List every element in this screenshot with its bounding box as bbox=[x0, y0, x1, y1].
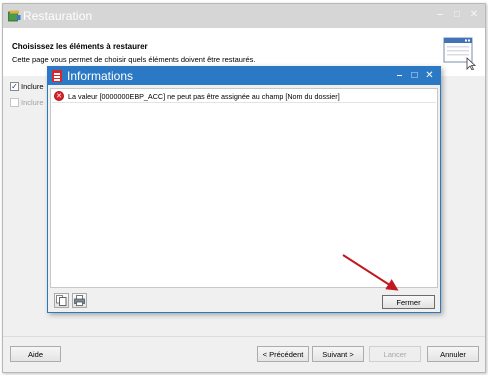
print-button[interactable] bbox=[72, 293, 87, 308]
include-option-2: Inclure bbox=[10, 98, 44, 107]
cancel-button[interactable]: Annuler bbox=[427, 346, 479, 362]
list-item[interactable]: ✕ La valeur [0000000EBP_ACC] ne peut pas… bbox=[52, 90, 436, 103]
launch-button: Lancer bbox=[369, 346, 421, 362]
page-description: Cette page vous permet de choisir quels … bbox=[12, 55, 256, 64]
include-label-2: Inclure bbox=[21, 98, 44, 107]
app-icon bbox=[8, 10, 21, 22]
include-option-1[interactable]: ✓ Inclure bbox=[10, 82, 44, 91]
message-list[interactable]: ✕ La valeur [0000000EBP_ACC] ne peut pas… bbox=[50, 88, 438, 288]
dialog-window-controls: – □ ✕ bbox=[395, 70, 434, 82]
footer-separator bbox=[3, 336, 485, 337]
minimize-icon[interactable]: – bbox=[435, 9, 445, 21]
dialog-minimize-icon[interactable]: – bbox=[395, 70, 404, 82]
window-controls: – □ ✕ bbox=[435, 9, 479, 21]
print-icon bbox=[74, 295, 85, 306]
close-button[interactable]: Fermer bbox=[382, 295, 435, 309]
help-button[interactable]: Aide bbox=[10, 346, 61, 362]
main-titlebar[interactable]: Restauration – □ ✕ bbox=[3, 4, 485, 28]
window-title: Restauration bbox=[23, 9, 93, 23]
dialog-maximize-icon[interactable]: □ bbox=[410, 70, 419, 82]
error-icon: ✕ bbox=[54, 91, 64, 101]
dialog-app-icon bbox=[52, 70, 62, 82]
dialog-title: Informations bbox=[67, 69, 134, 83]
informations-dialog: Informations – □ ✕ ✕ La valeur [0000000E… bbox=[47, 66, 441, 313]
dialog-titlebar[interactable]: Informations – □ ✕ bbox=[48, 67, 440, 85]
page-title: Choisissez les éléments à restaurer bbox=[12, 42, 148, 51]
close-icon[interactable]: ✕ bbox=[469, 9, 479, 21]
include-checkbox-1[interactable]: ✓ bbox=[10, 82, 19, 91]
maximize-icon[interactable]: □ bbox=[452, 9, 462, 21]
copy-icon bbox=[56, 295, 67, 306]
window-cursor-icon bbox=[443, 37, 477, 70]
message-text: La valeur [0000000EBP_ACC] ne peut pas ê… bbox=[68, 91, 340, 101]
previous-button[interactable]: < Précédent bbox=[257, 346, 309, 362]
copy-button[interactable] bbox=[54, 293, 69, 308]
include-label-1: Inclure bbox=[21, 82, 44, 91]
dialog-close-icon[interactable]: ✕ bbox=[425, 70, 434, 82]
next-button[interactable]: Suivant > bbox=[312, 346, 364, 362]
include-checkbox-2 bbox=[10, 98, 19, 107]
